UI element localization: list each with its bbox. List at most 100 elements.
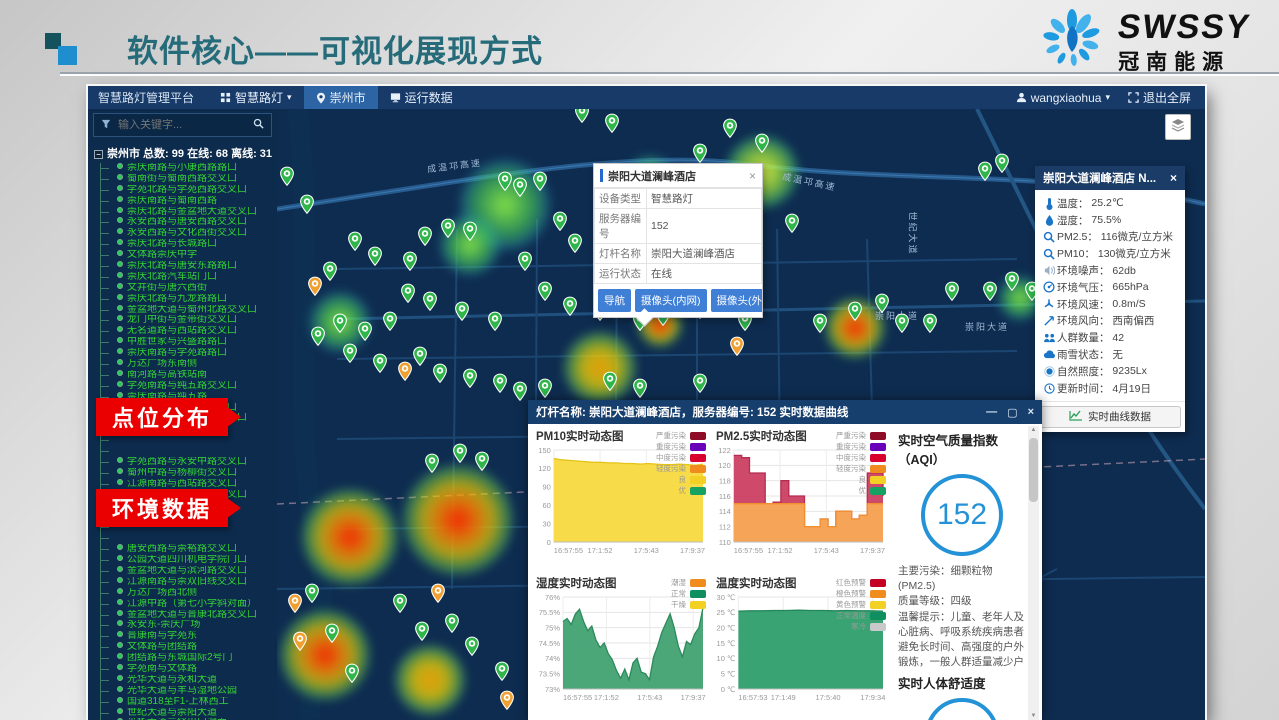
sidebar-tree-item[interactable]: 文体路与团结路	[101, 642, 277, 653]
sidebar-tree-item[interactable]: 学苑南路与纯五路交叉口	[101, 381, 277, 392]
streetlight-marker[interactable]	[568, 233, 583, 253]
sidebar-tree-item[interactable]: 崇庆北路与唐安东路路口	[101, 261, 277, 272]
scrollbar-thumb[interactable]	[1029, 438, 1038, 502]
sidebar-tree-item[interactable]: 崇庆北路与金盆地大道交叉口	[101, 207, 277, 218]
sidebar-tree-item[interactable]: 崇庆北路与长城路口	[101, 239, 277, 250]
streetlight-marker[interactable]	[455, 301, 470, 321]
streetlight-marker[interactable]	[495, 661, 510, 681]
streetlight-marker[interactable]	[311, 326, 326, 346]
sidebar-tree-item[interactable]	[101, 435, 277, 446]
streetlight-marker[interactable]	[280, 166, 295, 186]
streetlight-marker[interactable]	[465, 636, 480, 656]
sidebar-tree-item[interactable]: 国道318至F1-上林西工	[101, 697, 277, 708]
streetlight-marker[interactable]	[300, 194, 315, 214]
streetlight-marker[interactable]	[945, 281, 960, 301]
streetlight-marker[interactable]	[413, 346, 428, 366]
collapse-icon[interactable]: −	[94, 150, 103, 159]
streetlight-marker[interactable]	[553, 211, 568, 231]
sidebar-tree-item[interactable]: 永安东-崇庆广场	[101, 620, 277, 631]
streetlight-marker[interactable]	[813, 313, 828, 333]
streetlight-marker[interactable]	[373, 353, 388, 373]
sidebar-tree-item[interactable]: 唐安西路与崇裕路交叉口	[101, 544, 277, 555]
streetlight-marker[interactable]	[1005, 271, 1020, 291]
sidebar-tree-item[interactable]: 晋康南与学苑东	[101, 631, 277, 642]
streetlight-marker[interactable]	[848, 301, 863, 321]
streetlight-marker[interactable]	[415, 621, 430, 641]
tree-root[interactable]: −崇州市 总数: 99 在线: 68 离线: 31	[94, 145, 277, 161]
minimize-icon[interactable]: —	[986, 406, 997, 418]
streetlight-marker[interactable]	[398, 361, 413, 381]
streetlight-marker[interactable]	[433, 363, 448, 383]
exit-fullscreen-button[interactable]: 退出全屏	[1128, 89, 1191, 106]
streetlight-marker[interactable]	[425, 453, 440, 473]
streetlight-marker[interactable]	[463, 221, 478, 241]
sidebar-tree-item[interactable]: 金盆地大道与蜀州北路交叉口	[101, 305, 277, 316]
sidebar-tree-item[interactable]	[101, 533, 277, 544]
sidebar-tree-item[interactable]: 万达广场东南侧	[101, 359, 277, 370]
search-input[interactable]	[118, 119, 245, 131]
sidebar-tree-item[interactable]: 崇庆南路与学苑路路口	[101, 348, 277, 359]
sidebar-tree-item[interactable]: 公园大道四川机电学院门口	[101, 555, 277, 566]
streetlight-marker[interactable]	[293, 631, 308, 651]
sidebar-tree-item[interactable]: 崇庆南路与小康西路路口	[101, 163, 277, 174]
streetlight-marker[interactable]	[730, 336, 745, 356]
camera-external-button[interactable]: 摄像头(外网)	[711, 289, 763, 312]
streetlight-marker[interactable]	[513, 177, 528, 197]
nav-item-1[interactable]: 崇州市	[304, 86, 378, 109]
streetlight-marker[interactable]	[333, 313, 348, 333]
streetlight-marker[interactable]	[288, 593, 303, 613]
popup-close-icon[interactable]: ×	[749, 169, 756, 183]
env-close-icon[interactable]: ×	[1170, 171, 1177, 185]
streetlight-marker[interactable]	[563, 296, 578, 316]
streetlight-marker[interactable]	[343, 343, 358, 363]
streetlight-marker[interactable]	[995, 153, 1010, 173]
sidebar-tree-item[interactable]: 江源南路与崇双旧线交叉口	[101, 577, 277, 588]
streetlight-marker[interactable]	[518, 251, 533, 271]
sidebar-tree-item[interactable]: 学苑西路与永安中路交叉口	[101, 457, 277, 468]
streetlight-marker[interactable]	[453, 443, 468, 463]
sidebar-tree-item[interactable]: 崇庆南路与蜀南西路	[101, 196, 277, 207]
close-icon[interactable]: ×	[1028, 406, 1034, 418]
sidebar-tree-item[interactable]: 龙门中街与金带街交叉口	[101, 315, 277, 326]
sidebar-tree-item[interactable]	[101, 446, 277, 457]
streetlight-marker[interactable]	[423, 291, 438, 311]
streetlight-marker[interactable]	[895, 313, 910, 333]
nav-item-2[interactable]: 运行数据	[378, 86, 465, 109]
map-layers-button[interactable]	[1165, 114, 1191, 140]
streetlight-marker[interactable]	[693, 373, 708, 393]
panel-scrollbar[interactable]: ▲ ▼	[1028, 426, 1039, 720]
streetlight-marker[interactable]	[978, 161, 993, 181]
sidebar-tree-item[interactable]: 永安西路与唐安西路交叉口	[101, 217, 277, 228]
scroll-down-icon[interactable]: ▼	[1028, 713, 1039, 719]
streetlight-marker[interactable]	[441, 218, 456, 238]
streetlight-marker[interactable]	[308, 276, 323, 296]
sidebar-tree-item[interactable]: 江源中路（第七小学斜对面）	[101, 599, 277, 610]
search-icon[interactable]	[245, 116, 271, 134]
streetlight-marker[interactable]	[493, 373, 508, 393]
streetlight-marker[interactable]	[923, 313, 938, 333]
navigate-button[interactable]: 导航	[598, 289, 631, 312]
streetlight-marker[interactable]	[488, 311, 503, 331]
scroll-up-icon[interactable]: ▲	[1028, 427, 1039, 433]
sidebar-tree-item[interactable]: 无名道路与西站路交叉口	[101, 326, 277, 337]
streetlight-marker[interactable]	[475, 451, 490, 471]
streetlight-marker[interactable]	[368, 246, 383, 266]
user-menu[interactable]: wangxiaohua▾	[1016, 91, 1110, 105]
streetlight-marker[interactable]	[513, 381, 528, 401]
sidebar-tree-item[interactable]: 学苑北路与学苑西路交叉口	[101, 185, 277, 196]
streetlight-marker[interactable]	[345, 663, 360, 683]
streetlight-marker[interactable]	[445, 613, 460, 633]
sidebar-tree-item[interactable]: 金盆地大道与滨河路交叉口	[101, 566, 277, 577]
sidebar-tree-item[interactable]: 团结路与东城国际2号门	[101, 653, 277, 664]
streetlight-marker[interactable]	[723, 118, 738, 138]
streetlight-marker[interactable]	[403, 251, 418, 271]
streetlight-marker[interactable]	[875, 293, 890, 313]
sidebar-tree-item[interactable]: 文井街与唐六西街	[101, 283, 277, 294]
streetlight-marker[interactable]	[785, 213, 800, 233]
streetlight-marker[interactable]	[693, 143, 708, 163]
streetlight-marker[interactable]	[983, 281, 998, 301]
streetlight-marker[interactable]	[305, 583, 320, 603]
sidebar-tree-item[interactable]: 中胜世家与兴盛路路口	[101, 337, 277, 348]
nav-item-0[interactable]: 智慧路灯▾	[208, 86, 304, 109]
streetlight-marker[interactable]	[323, 261, 338, 281]
